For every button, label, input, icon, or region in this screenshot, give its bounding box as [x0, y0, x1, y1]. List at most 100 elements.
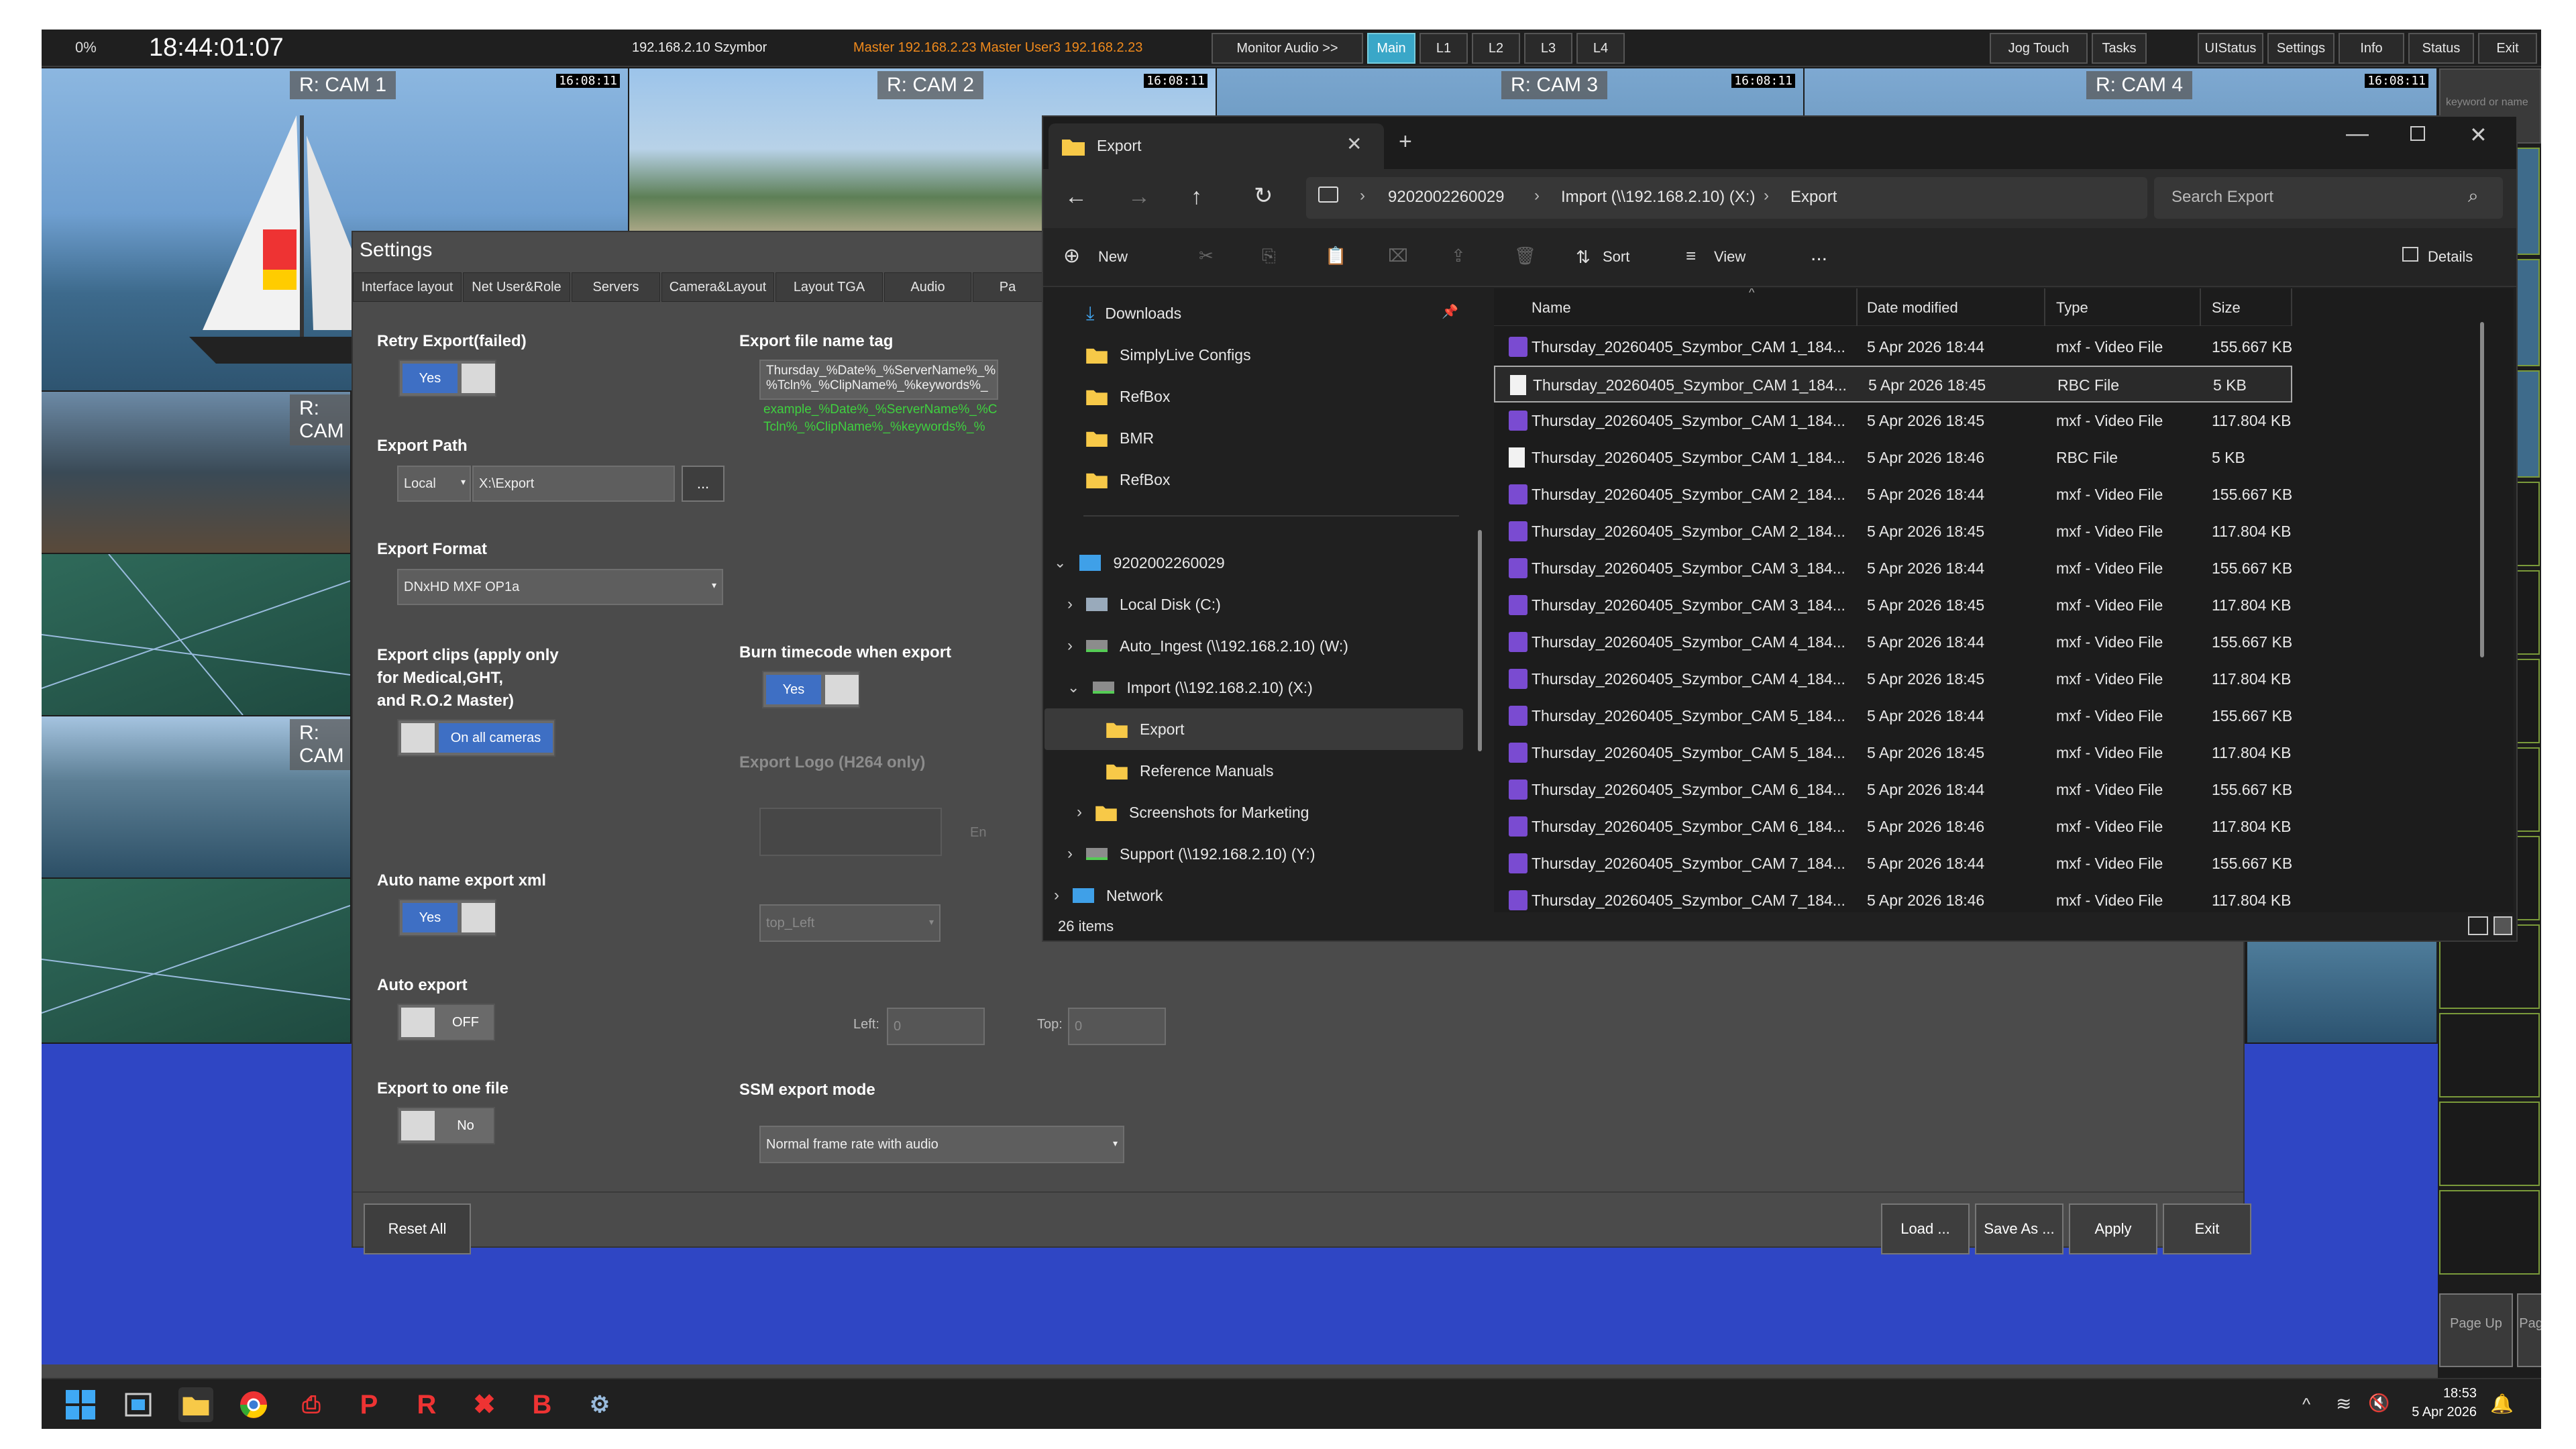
save-as-button[interactable]: Save As ... [1975, 1203, 2063, 1254]
pin-icon[interactable]: 📌 [1442, 303, 1458, 320]
nav-refbox[interactable]: RefBox [1086, 376, 1170, 417]
right-slot-12[interactable] [2439, 1190, 2540, 1275]
status-button[interactable]: Status [2408, 33, 2474, 64]
x-app-icon[interactable]: ✖ [467, 1387, 502, 1422]
reset-all-button[interactable]: Reset All [364, 1203, 471, 1254]
col-size[interactable]: Size [2212, 299, 2241, 317]
one-file-toggle[interactable]: No [397, 1107, 495, 1144]
cam8-feed[interactable] [42, 879, 350, 1042]
r-app-icon[interactable]: R [409, 1387, 444, 1422]
export-clips-toggle[interactable]: On all cameras [397, 719, 555, 757]
share-icon[interactable]: ⇪ [1451, 246, 1466, 266]
file-row[interactable]: Thursday_20260405_Szymbor_CAM 5_184... 5 … [1494, 735, 2292, 771]
file-row[interactable]: Thursday_20260405_Szymbor_CAM 2_184... 5 … [1494, 476, 2292, 513]
file-row[interactable]: Thursday_20260405_Szymbor_CAM 1_184... 5 … [1494, 366, 2292, 402]
nav-export[interactable]: Export [1106, 708, 1184, 750]
cut-icon[interactable]: ✂ [1199, 246, 1214, 266]
tab-pa[interactable]: Pa [973, 272, 1042, 302]
task-view-icon[interactable] [121, 1387, 156, 1422]
taskbar-date[interactable]: 5 Apr 2026 [2403, 1405, 2477, 1420]
speaker-muted-icon[interactable]: 🔇 [2368, 1393, 2390, 1413]
file-explorer-icon[interactable] [178, 1387, 213, 1422]
export-logo-preview[interactable] [759, 808, 942, 856]
tab-servers[interactable]: Servers [572, 272, 660, 302]
close-window-icon[interactable]: ✕ [2469, 122, 2487, 148]
nav-import-drive[interactable]: ⌄ Import (\\192.168.2.10) (X:) [1067, 667, 1313, 708]
tasks-button[interactable]: Tasks [2092, 33, 2147, 64]
nav-bmr[interactable]: BMR [1086, 417, 1154, 459]
file-row[interactable]: Thursday_20260405_Szymbor_CAM 3_184... 5 … [1494, 587, 2292, 624]
right-slot-10[interactable] [2439, 1013, 2540, 1097]
l4-button[interactable]: L4 [1576, 33, 1625, 64]
details-view-icon[interactable] [2468, 916, 2488, 935]
new-tab-icon[interactable]: + [1399, 129, 1412, 155]
file-row[interactable]: Thursday_20260405_Szymbor_CAM 2_184... 5 … [1494, 513, 2292, 550]
file-row[interactable]: Thursday_20260405_Szymbor_CAM 3_184... 5 … [1494, 550, 2292, 587]
refresh-icon[interactable]: ↻ [1254, 182, 1273, 209]
file-list-scrollbar[interactable] [2480, 322, 2484, 657]
explorer-tab[interactable]: Export ✕ [1049, 123, 1384, 169]
cam-thumb-right[interactable] [2247, 942, 2436, 1042]
l2-button[interactable]: L2 [1472, 33, 1520, 64]
right-slot-11[interactable] [2439, 1102, 2540, 1186]
delete-icon[interactable]: 🗑 [1514, 246, 1536, 266]
minimize-icon[interactable]: — [2346, 121, 2369, 147]
tab-camera-layout[interactable]: Camera&Layout [661, 272, 774, 302]
address-bar[interactable]: › 9202002260029 › Import (\\192.168.2.10… [1306, 177, 2147, 219]
wifi-icon[interactable]: ≋ [2336, 1393, 2351, 1415]
jog-touch-button[interactable]: Jog Touch [1990, 33, 2088, 64]
settings-button[interactable]: Settings [2267, 33, 2334, 64]
burn-tc-toggle[interactable]: Yes [762, 671, 860, 708]
nav-downloads[interactable]: ⤓ Downloads [1086, 292, 1181, 334]
close-tab-icon[interactable]: ✕ [1346, 133, 1362, 155]
search-box[interactable]: Search Export ⌕ [2154, 177, 2503, 219]
taskbar-time[interactable]: 18:53 [2416, 1386, 2477, 1401]
nav-support-drive[interactable]: › Support (\\192.168.2.10) (Y:) [1067, 833, 1316, 875]
main-button[interactable]: Main [1367, 33, 1415, 64]
page-up-button[interactable]: Page Up [2439, 1293, 2513, 1367]
cam6-feed[interactable] [42, 554, 350, 715]
file-name-tag-input[interactable]: Thursday_%Date%_%ServerName%_% %Tcln%_%C… [759, 360, 998, 400]
nav-screenshots[interactable]: › Screenshots for Marketing [1077, 792, 1309, 833]
cam7-feed[interactable]: R: CAM [42, 716, 350, 877]
tab-layout-tga[interactable]: Layout TGA [775, 272, 883, 302]
retry-export-toggle[interactable]: Yes [398, 360, 496, 397]
browse-button[interactable]: ... [682, 466, 724, 502]
nav-local-disk[interactable]: › Local Disk (C:) [1067, 584, 1221, 625]
nav-refbox-2[interactable]: RefBox [1086, 459, 1170, 500]
paste-icon[interactable]: 📋 [1325, 246, 1346, 266]
file-row[interactable]: Thursday_20260405_Szymbor_CAM 1_184... 5 … [1494, 329, 2292, 366]
details-button[interactable]: Details [2428, 248, 2473, 266]
chrome-icon[interactable] [236, 1387, 271, 1422]
file-row[interactable]: Thursday_20260405_Szymbor_CAM 4_184... 5 … [1494, 624, 2292, 661]
sort-button[interactable]: Sort [1603, 248, 1629, 266]
export-path-mode-select[interactable]: Local ▾ [397, 466, 471, 502]
notification-icon[interactable]: 🔔 [2490, 1393, 2514, 1415]
tool-app-icon[interactable]: ⚙ [582, 1387, 617, 1422]
maximize-icon[interactable] [2410, 126, 2425, 141]
col-date[interactable]: Date modified [1867, 299, 1958, 317]
file-row[interactable]: Thursday_20260405_Szymbor_CAM 1_184... 5 … [1494, 439, 2292, 476]
info-button[interactable]: Info [2339, 33, 2404, 64]
nav-network[interactable]: › Network [1054, 875, 1163, 912]
file-row[interactable]: Thursday_20260405_Szymbor_CAM 4_184... 5 … [1494, 661, 2292, 698]
file-row[interactable]: Thursday_20260405_Szymbor_CAM 6_184... 5 … [1494, 771, 2292, 808]
uistatus-button[interactable]: UIStatus [2198, 33, 2263, 64]
l3-button[interactable]: L3 [1524, 33, 1572, 64]
tab-audio[interactable]: Audio [884, 272, 971, 302]
forward-icon[interactable]: → [1128, 184, 1150, 210]
file-row[interactable]: Thursday_20260405_Szymbor_CAM 6_184... 5 … [1494, 808, 2292, 845]
back-icon[interactable]: ← [1065, 184, 1087, 210]
logo-position-select[interactable]: top_Left ▾ [759, 904, 941, 942]
tiles-view-icon[interactable] [2493, 916, 2512, 935]
left-input[interactable]: 0 [887, 1008, 985, 1045]
rename-icon[interactable]: ⌧ [1388, 246, 1408, 266]
load-button[interactable]: Load ... [1881, 1203, 1970, 1254]
cam5-feed[interactable]: R: CAM [42, 392, 350, 553]
auto-export-toggle[interactable]: OFF [397, 1004, 495, 1041]
view-button[interactable]: View [1714, 248, 1746, 266]
top-input[interactable]: 0 [1068, 1008, 1166, 1045]
col-name[interactable]: Name [1532, 299, 1571, 317]
ssm-select[interactable]: Normal frame rate with audio ▾ [759, 1126, 1124, 1163]
tab-interface-layout[interactable]: Interface layout [353, 272, 462, 302]
